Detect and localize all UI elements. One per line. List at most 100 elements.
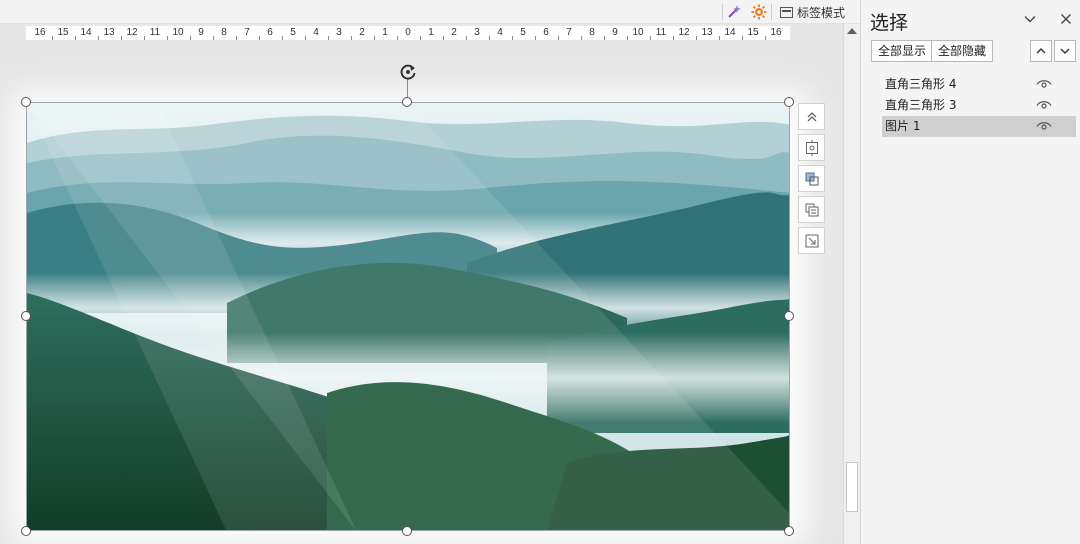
- toolbar-separator: [722, 4, 723, 20]
- crop-focus-icon: [805, 139, 818, 156]
- toolbar-separator: [771, 4, 772, 20]
- ruler-tick: [304, 36, 306, 40]
- scroll-up-arrow-icon[interactable]: [847, 28, 857, 34]
- show-all-button[interactable]: 全部显示: [871, 40, 934, 62]
- ruler-label: 4: [497, 27, 503, 38]
- ruler-label: 7: [244, 27, 250, 38]
- ruler-tick: [120, 36, 122, 40]
- ruler-tick: [764, 36, 766, 40]
- label-mode-text: 标签模式: [797, 5, 846, 20]
- ruler-tick: [97, 36, 99, 40]
- ruler-tick: [258, 36, 260, 40]
- chevron-up-icon: [1036, 48, 1046, 54]
- ruler-label: 7: [566, 27, 572, 38]
- selection-pane: 选择 全部显示 全部隐藏 直角三角形 4 直角三角形 3 图片 1: [860, 0, 1080, 544]
- top-toolbar: 标签模式: [0, 0, 860, 24]
- ruler-label: 0: [405, 27, 411, 38]
- resize-handle-bottom-left[interactable]: [21, 526, 31, 536]
- ruler-tick: [603, 36, 605, 40]
- vertical-scrollbar[interactable]: [843, 24, 860, 544]
- arrange-layers-icon: [805, 203, 818, 216]
- ruler-label: 16: [34, 27, 46, 38]
- ruler-tick: [350, 36, 352, 40]
- selection-pane-title: 选择: [870, 12, 909, 34]
- rotate-handle-icon[interactable]: [397, 61, 419, 83]
- ruler-label: 1: [428, 27, 434, 38]
- resize-handle-top[interactable]: [402, 97, 412, 107]
- ruler-tick: [396, 36, 398, 40]
- ruler-tick: [143, 36, 145, 40]
- ruler-tick: [649, 36, 651, 40]
- ruler-tick: [51, 36, 53, 40]
- close-icon[interactable]: [1059, 12, 1073, 26]
- ruler-label: 6: [543, 27, 549, 38]
- label-mode-button[interactable]: 标签模式: [776, 2, 849, 22]
- ruler-label: 16: [770, 27, 782, 38]
- arrange-layers-button[interactable]: [798, 196, 825, 223]
- ruler-label: 5: [290, 27, 296, 38]
- resize-handle-top-right[interactable]: [784, 97, 794, 107]
- sun-settings-icon[interactable]: [750, 3, 768, 21]
- resize-handle-bottom-right[interactable]: [784, 526, 794, 536]
- horizontal-ruler[interactable]: 16 15 14 13 12 11 10 9 8 7 6 5 4 3 2 1 0 1 2 3 4 5 6 7 8 9 10 11 12 1…: [26, 26, 790, 40]
- ruler-tick: [74, 36, 76, 40]
- ruler-label: 13: [103, 27, 115, 38]
- ruler-label: 12: [126, 27, 138, 38]
- ruler-label: 10: [172, 27, 184, 38]
- ruler-tick: [373, 36, 375, 40]
- ruler-label: 14: [80, 27, 92, 38]
- ruler-tick: [672, 36, 674, 40]
- ruler-label: 1: [382, 27, 388, 38]
- ruler-tick: [626, 36, 628, 40]
- ruler-tick: [419, 36, 421, 40]
- ruler-tick: [166, 36, 168, 40]
- ruler-tick: [212, 36, 214, 40]
- resize-handle-top-left[interactable]: [21, 97, 31, 107]
- magic-wand-icon[interactable]: [725, 3, 743, 21]
- list-item-label: 直角三角形 4: [885, 77, 957, 91]
- ruler-label: 8: [221, 27, 227, 38]
- list-item-selected[interactable]: 图片 1: [882, 116, 1076, 137]
- chevron-down-icon: [1060, 48, 1070, 54]
- resize-handle-right[interactable]: [784, 311, 794, 321]
- ruler-label: 2: [359, 27, 365, 38]
- ruler-tick: [511, 36, 513, 40]
- list-item[interactable]: 直角三角形 3: [882, 95, 1076, 116]
- ruler-label: 8: [589, 27, 595, 38]
- ruler-label: 3: [336, 27, 342, 38]
- ruler-tick: [695, 36, 697, 40]
- ruler-label: 11: [655, 27, 667, 38]
- landscape-artwork: [27, 103, 789, 530]
- selection-list: 直角三角形 4 直角三角形 3 图片 1: [882, 74, 1076, 137]
- double-chevron-up-icon: [807, 111, 816, 121]
- bring-forward-button[interactable]: [1030, 40, 1052, 62]
- ruler-label: 13: [701, 27, 713, 38]
- ruler-label: 3: [474, 27, 480, 38]
- ruler-tick: [741, 36, 743, 40]
- crop-focus-button[interactable]: [798, 134, 825, 161]
- floating-shape-tools: [798, 103, 825, 258]
- resize-handle-left[interactable]: [21, 311, 31, 321]
- misty-mountain-image[interactable]: [26, 102, 790, 531]
- ruler-label: 14: [724, 27, 736, 38]
- collapse-toolbar-button[interactable]: [798, 103, 825, 130]
- send-backward-button[interactable]: [1054, 40, 1076, 62]
- visibility-eye-icon[interactable]: [1036, 121, 1052, 132]
- resize-shape-button[interactable]: [798, 227, 825, 254]
- visibility-eye-icon[interactable]: [1036, 79, 1052, 90]
- resize-handle-bottom[interactable]: [402, 526, 412, 536]
- chevron-down-icon[interactable]: [1023, 12, 1037, 26]
- hide-all-button[interactable]: 全部隐藏: [931, 40, 994, 62]
- ruler-tick: [534, 36, 536, 40]
- list-item[interactable]: 直角三角形 4: [882, 74, 1076, 95]
- ruler-label: 2: [451, 27, 457, 38]
- layer-fill-icon: [805, 172, 818, 185]
- visibility-eye-icon[interactable]: [1036, 100, 1052, 111]
- ruler-tick: [327, 36, 329, 40]
- ruler-label: 15: [57, 27, 69, 38]
- shape-fill-button[interactable]: [798, 165, 825, 192]
- ruler-tick: [235, 36, 237, 40]
- ruler-tick: [465, 36, 467, 40]
- scrollbar-thumb[interactable]: [846, 462, 858, 512]
- ruler-label: 5: [520, 27, 526, 38]
